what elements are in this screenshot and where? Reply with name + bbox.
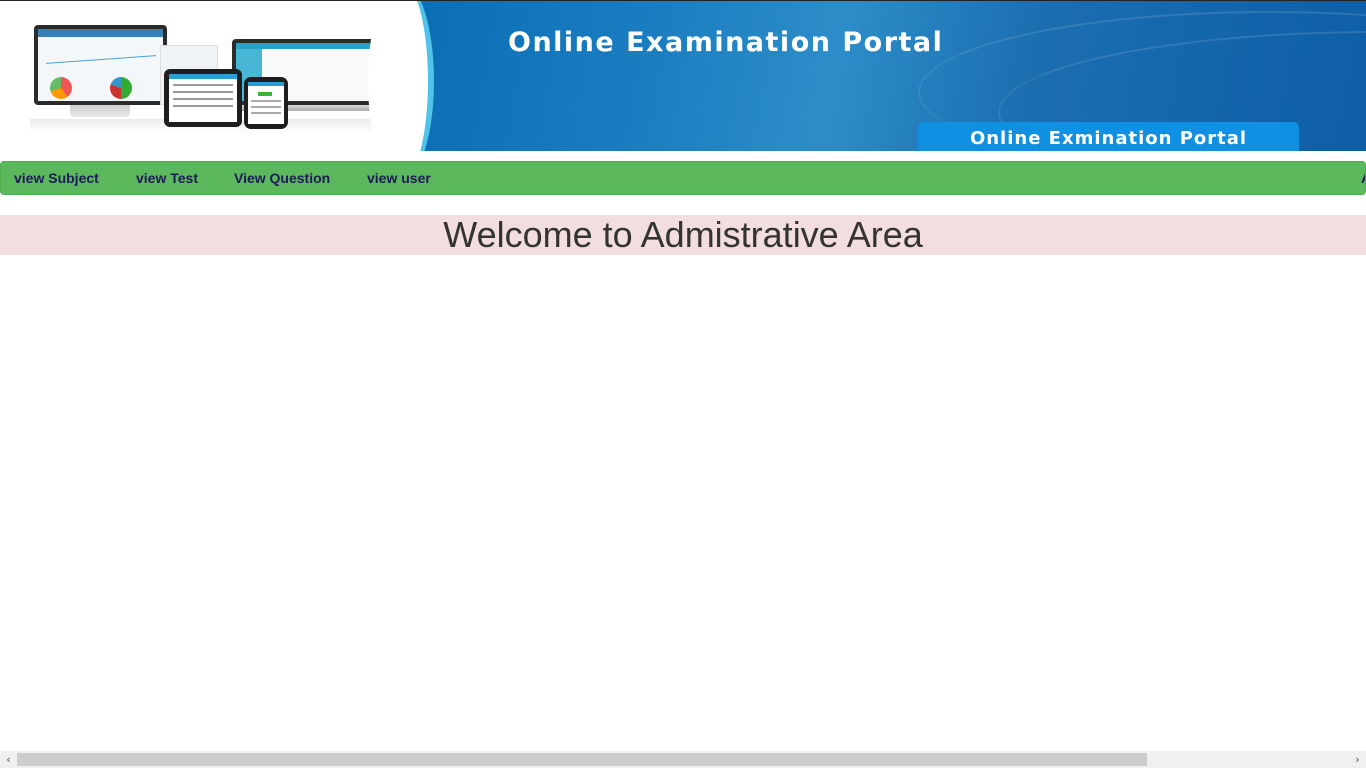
scroll-left-arrow-icon[interactable]: ‹ bbox=[0, 751, 17, 768]
monitor-image bbox=[34, 25, 167, 105]
scrollbar-thumb[interactable] bbox=[17, 753, 1147, 766]
banner-title: Online Examination Portal bbox=[508, 27, 944, 58]
nav-item-truncated[interactable]: A bbox=[1361, 162, 1365, 194]
banner-badge: Online Exmination Portal bbox=[918, 122, 1299, 151]
monitor-stand-image bbox=[70, 105, 130, 117]
header-banner: Online Examination Portal Online Exminat… bbox=[0, 0, 1366, 151]
nav-view-user[interactable]: view user bbox=[367, 162, 431, 194]
scroll-right-arrow-icon[interactable]: › bbox=[1349, 751, 1366, 768]
nav-view-question[interactable]: View Question bbox=[234, 162, 330, 194]
phone-image bbox=[244, 77, 288, 129]
welcome-heading: Welcome to Admistrative Area bbox=[0, 215, 1366, 255]
page: Online Examination Portal Online Exminat… bbox=[0, 0, 1366, 768]
tablet-image bbox=[164, 69, 242, 127]
nav-view-test[interactable]: view Test bbox=[136, 162, 198, 194]
main-navbar: view Subject view Test View Question vie… bbox=[0, 161, 1366, 195]
devices-illustration bbox=[0, 1, 405, 151]
horizontal-scrollbar[interactable]: ‹ › bbox=[0, 751, 1366, 768]
nav-view-subject[interactable]: view Subject bbox=[14, 162, 99, 194]
